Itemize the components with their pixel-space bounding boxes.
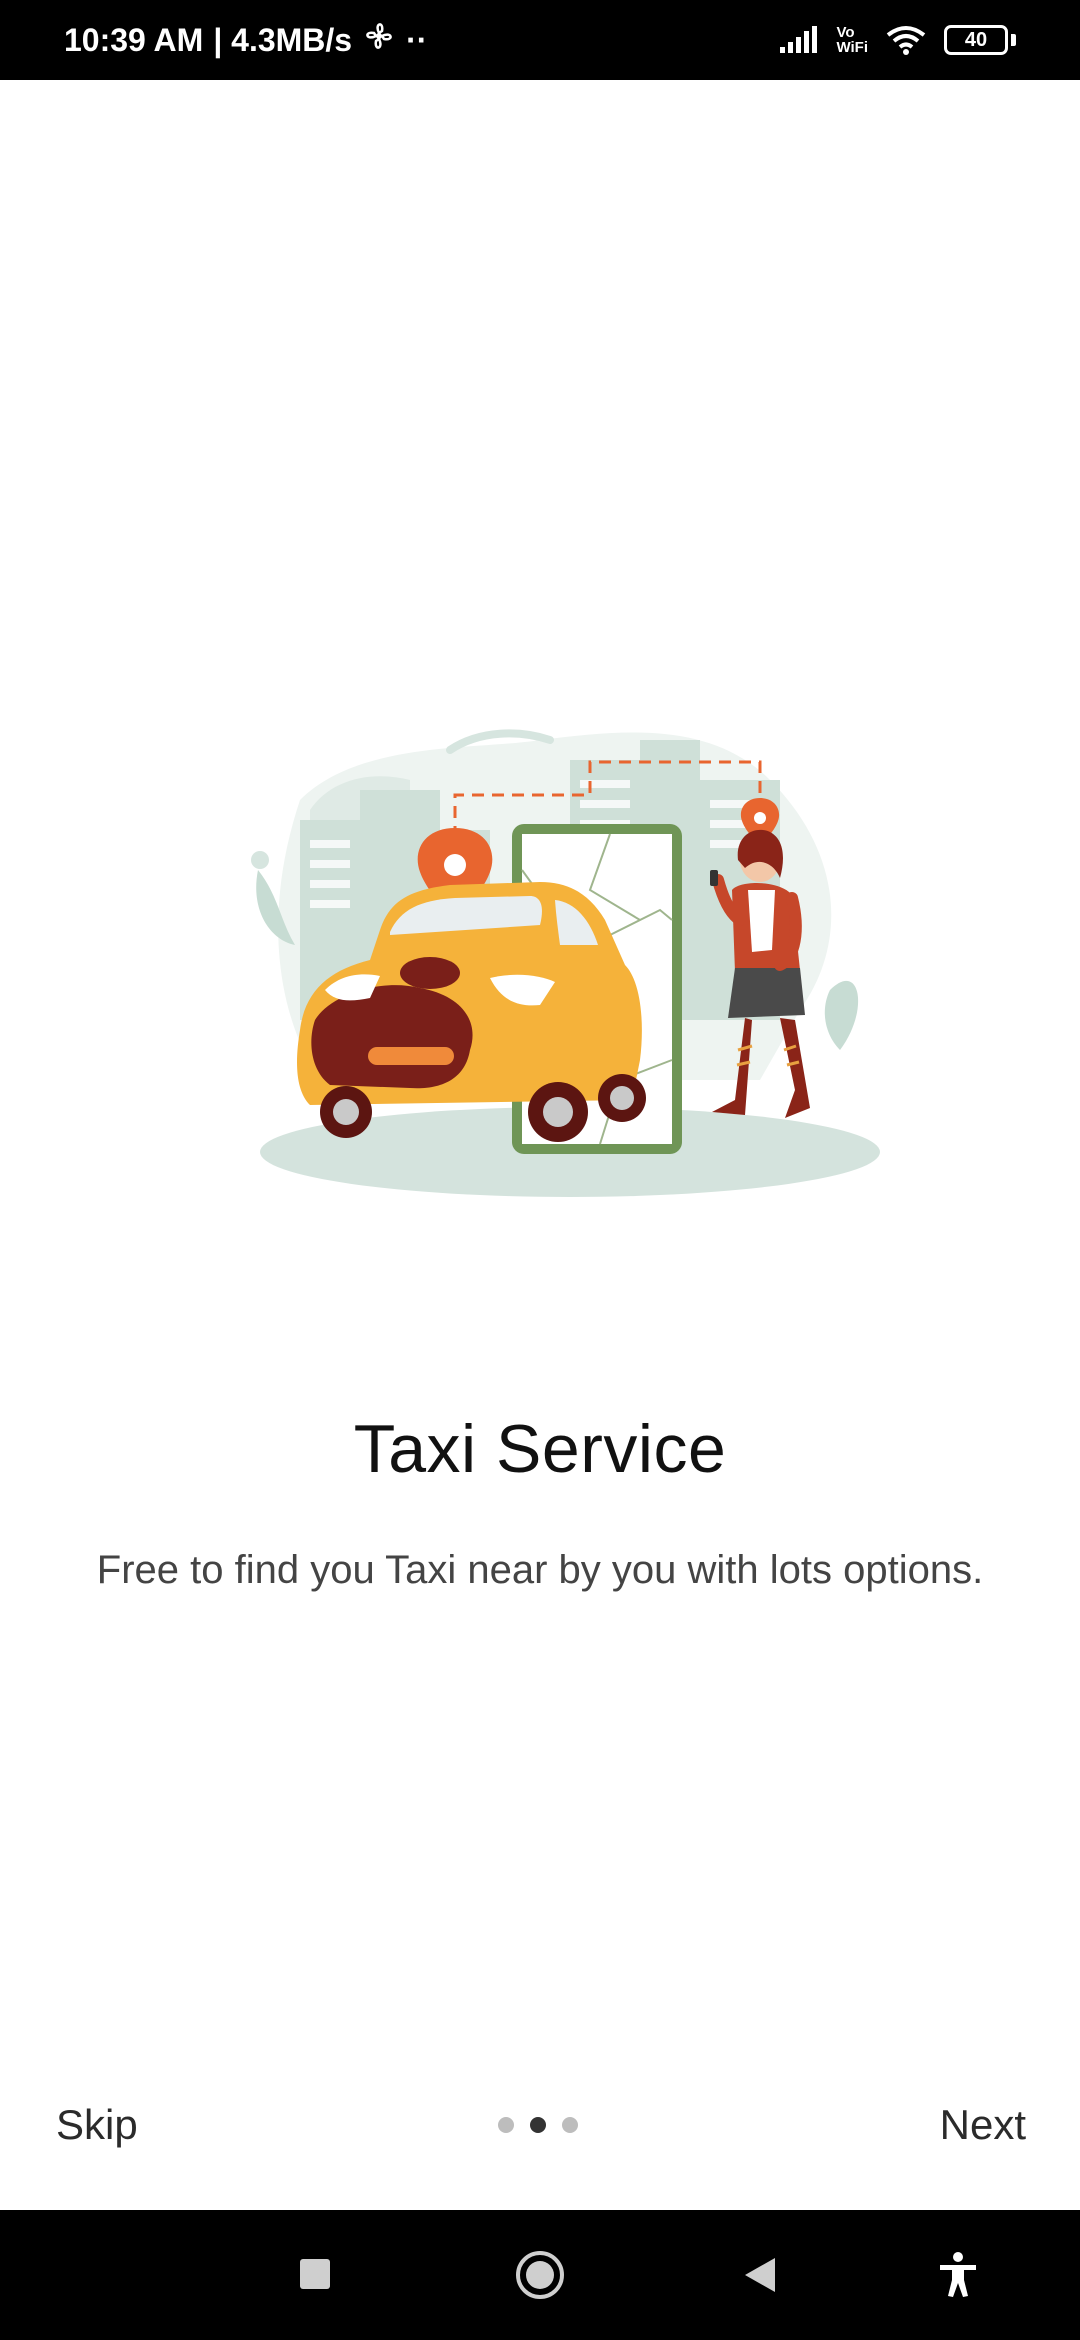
status-left: 10:39 AM | 4.3MB/s ··	[64, 19, 427, 61]
battery-icon: 40	[944, 25, 1016, 55]
battery-level: 40	[944, 25, 1008, 55]
page-dot[interactable]	[498, 2117, 514, 2133]
circle-home-icon[interactable]	[514, 2250, 566, 2305]
status-right: Vo WiFi 40	[778, 25, 1016, 55]
system-nav-bar	[0, 2210, 1080, 2340]
square-recents-icon[interactable]	[298, 2250, 332, 2305]
fan-icon	[362, 19, 396, 61]
battery-tip	[1011, 34, 1016, 46]
page-dot-active[interactable]	[530, 2117, 546, 2133]
vowifi-top: Vo	[836, 24, 855, 41]
status-time: 10:39 AM	[64, 21, 204, 58]
network-speed: | 4.3MB/s	[213, 21, 353, 58]
triangle-back-icon[interactable]	[742, 2250, 778, 2305]
onboarding-title: Taxi Service	[353, 1411, 727, 1487]
vowifi-indicator: Vo WiFi	[836, 25, 868, 55]
wifi-icon	[886, 25, 926, 55]
onboarding-controls: Skip Next	[0, 2095, 1080, 2165]
page-indicator	[498, 2117, 578, 2133]
taxi-illustration	[240, 720, 900, 1210]
vowifi-bottom: WiFi	[836, 39, 868, 56]
page-dot[interactable]	[562, 2117, 578, 2133]
onboarding-screen: 10:39 AM | 4.3MB/s ·· Vo WiFi 40 Taxi Se…	[0, 0, 1080, 2340]
onboarding-description: Free to find you Taxi near by you with l…	[96, 1548, 984, 1592]
status-bar: 10:39 AM | 4.3MB/s ·· Vo WiFi 40	[0, 0, 1080, 80]
skip-button[interactable]: Skip	[56, 2101, 138, 2149]
signal-icon	[778, 25, 818, 55]
accessibility-icon[interactable]	[938, 2250, 978, 2305]
more-indicator: ··	[406, 21, 428, 58]
next-button[interactable]: Next	[940, 2101, 1026, 2149]
